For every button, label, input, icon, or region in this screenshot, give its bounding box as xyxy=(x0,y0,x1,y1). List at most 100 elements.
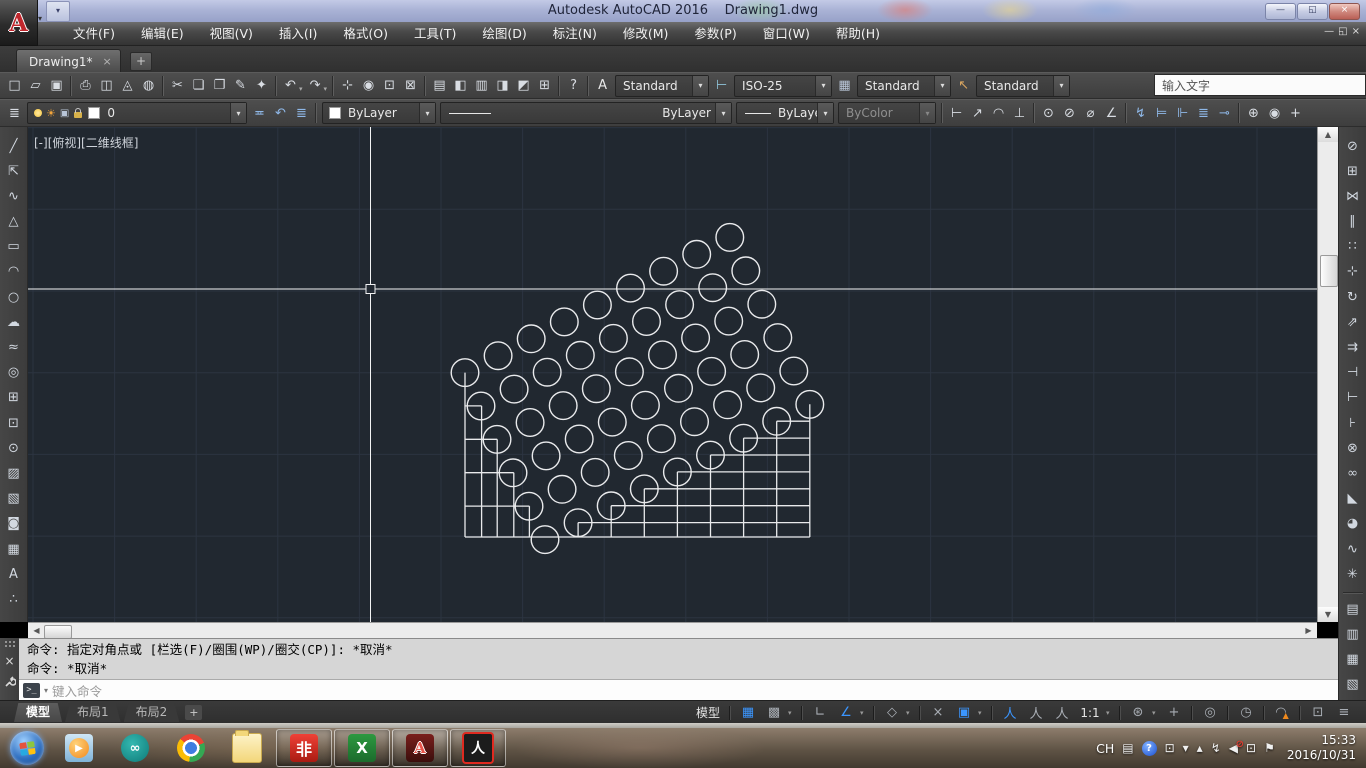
pipe-circle[interactable] xyxy=(699,274,727,302)
pipe-circle[interactable] xyxy=(698,358,726,386)
scroll-up-icon[interactable]: ▲ xyxy=(1318,127,1338,142)
polar-tracking-icon[interactable]: ∠ xyxy=(834,703,858,722)
ime-indicator[interactable]: CH xyxy=(1096,741,1114,756)
scale-caret[interactable]: ▾ xyxy=(1106,709,1114,717)
text-style-combo-icon[interactable]: A xyxy=(592,75,613,96)
isolate-objects-icon[interactable]: ◎ xyxy=(1198,703,1222,722)
pipe-circle[interactable] xyxy=(715,307,743,335)
pipe-circle[interactable] xyxy=(565,425,593,453)
zoom-previous-icon[interactable]: ⊠ xyxy=(400,75,421,96)
windows-media-player-taskbar-button[interactable]: ▶ xyxy=(52,730,106,766)
layer-properties-manager-icon[interactable]: ≣ xyxy=(4,103,25,124)
cut-icon[interactable]: ✂ xyxy=(167,75,188,96)
blend-curves-icon[interactable]: ∿ xyxy=(1342,538,1364,560)
acrobat-reader-taskbar-button[interactable]: 人 xyxy=(450,729,506,767)
continue-dimension-icon[interactable]: ⊩ xyxy=(1172,103,1193,124)
create-block-icon[interactable]: ⊡ xyxy=(3,412,25,434)
annotation-scale-icon[interactable]: 人 xyxy=(1050,703,1074,722)
arduino-taskbar-button[interactable]: ∞ xyxy=(108,730,162,766)
new-file-icon[interactable]: □ xyxy=(4,75,25,96)
diameter-dimension-icon[interactable]: ⌀ xyxy=(1080,103,1101,124)
menu-item-6[interactable]: 绘图(D) xyxy=(469,22,539,46)
menu-item-1[interactable]: 编辑(E) xyxy=(128,22,197,46)
pipe-circle[interactable] xyxy=(648,425,676,453)
pipe-circle[interactable] xyxy=(665,375,693,403)
window-tray-icon[interactable]: ⊡ xyxy=(1165,741,1175,755)
linear-dimension-icon[interactable]: ⊢ xyxy=(946,103,967,124)
annotation-autoscale-icon[interactable]: 人 xyxy=(1024,703,1048,722)
pipe-circle[interactable] xyxy=(747,374,775,402)
text-style-combo-arrow-icon[interactable]: ▾ xyxy=(692,76,708,96)
make-object-layer-current-icon[interactable]: ≖ xyxy=(249,103,270,124)
dimension-break-icon[interactable]: ⊸ xyxy=(1214,103,1235,124)
dim-style-combo-icon[interactable]: ⊢ xyxy=(711,75,732,96)
paste-icon[interactable]: ❐ xyxy=(209,75,230,96)
close-button[interactable]: × xyxy=(1329,3,1360,20)
layer-lock-icon[interactable] xyxy=(74,112,82,118)
undo-icon[interactable]: ↶ xyxy=(280,75,301,96)
match-properties-icon[interactable]: ✎ xyxy=(230,75,251,96)
zoom-window-icon[interactable]: ⊡ xyxy=(379,75,400,96)
logo-dropdown-arrow-icon[interactable]: ▾ xyxy=(38,14,42,23)
undo-icon-caret[interactable]: ▾ xyxy=(299,85,303,93)
layout-tab-模型[interactable]: 模型 xyxy=(14,703,62,722)
dimension-update-icon[interactable]: + xyxy=(1285,103,1306,124)
menu-item-11[interactable]: 帮助(H) xyxy=(823,22,893,46)
doc-close-button[interactable]: × xyxy=(1352,26,1360,37)
dim-style-combo[interactable]: ISO-25▾ xyxy=(734,75,832,97)
publish-icon[interactable]: ◬ xyxy=(117,75,138,96)
pipe-circle[interactable] xyxy=(731,341,759,369)
pipe-circle[interactable] xyxy=(484,342,512,370)
polyline-icon[interactable]: ∿ xyxy=(3,185,25,207)
snap-mode-icon[interactable]: ▩ xyxy=(762,703,786,722)
construction-line-icon[interactable]: ⇱ xyxy=(3,160,25,182)
arc-length-dimension-icon[interactable]: ◠ xyxy=(988,103,1009,124)
excel-taskbar-button[interactable]: X xyxy=(334,729,390,767)
isometric-drafting-icon[interactable]: ◇ xyxy=(880,703,904,722)
quick-dimension-icon[interactable]: ↯ xyxy=(1130,103,1151,124)
lineweight-combo-arrow-icon[interactable]: ▾ xyxy=(817,103,833,123)
line-icon[interactable]: ╱ xyxy=(3,135,25,157)
model-space-view[interactable] xyxy=(28,127,1317,622)
pipe-circle[interactable] xyxy=(581,459,609,487)
help-icon[interactable]: ? xyxy=(563,75,584,96)
grid-display-icon[interactable]: ▦ xyxy=(736,703,760,722)
command-close-icon[interactable]: × xyxy=(4,654,14,668)
web-icon[interactable]: ◍ xyxy=(138,75,159,96)
pipe-circle[interactable] xyxy=(666,291,694,319)
arc-icon[interactable]: ◠ xyxy=(3,261,25,283)
command-wrench-icon[interactable] xyxy=(4,676,16,688)
pipe-circle[interactable] xyxy=(616,358,644,386)
jogged-dimension-icon[interactable]: ⊘ xyxy=(1059,103,1080,124)
layer-combo[interactable]: ☀▣0▾ xyxy=(27,102,247,124)
command-input-placeholder[interactable]: 键入命令 xyxy=(52,681,102,700)
linetype-combo-arrow-icon[interactable]: ▾ xyxy=(715,103,731,123)
dimension-space-icon[interactable]: ≣ xyxy=(1193,103,1214,124)
polygon-icon[interactable]: △ xyxy=(3,211,25,233)
polar-caret[interactable]: ▾ xyxy=(860,709,868,717)
status-plus-icon[interactable]: + xyxy=(1162,703,1186,722)
radius-dimension-icon[interactable]: ⊙ xyxy=(1038,103,1059,124)
clean-screen-icon[interactable]: ⊡ xyxy=(1306,703,1330,722)
gradient-icon[interactable]: ▧ xyxy=(3,488,25,510)
viewport-controls-label[interactable]: [-][俯视][二维线框] xyxy=(34,134,138,151)
layer-combo-arrow-icon[interactable]: ▾ xyxy=(230,103,246,123)
autocad-taskbar-button[interactable]: A xyxy=(392,729,448,767)
pipe-circle[interactable] xyxy=(549,392,577,420)
mleader-style-combo-icon[interactable]: ↖ xyxy=(953,75,974,96)
menu-item-9[interactable]: 参数(P) xyxy=(681,22,749,46)
pipe-circle[interactable] xyxy=(551,308,579,336)
dim-style-combo-arrow-icon[interactable]: ▾ xyxy=(815,76,831,96)
spline-icon[interactable]: ≈ xyxy=(3,337,25,359)
bring-to-front-icon[interactable]: ▤ xyxy=(1342,598,1364,620)
doc-restore-button[interactable]: ◱ xyxy=(1338,26,1347,37)
zoom-realtime-icon[interactable]: ◉ xyxy=(358,75,379,96)
vertical-scroll-thumb[interactable] xyxy=(1320,255,1338,287)
redo-icon[interactable]: ↷ xyxy=(305,75,326,96)
save-icon[interactable]: ▣ xyxy=(46,75,67,96)
workspace-gear-icon[interactable]: ⊛ xyxy=(1126,703,1150,722)
pipe-circle[interactable] xyxy=(780,357,808,385)
pipe-circle[interactable] xyxy=(599,408,627,436)
ordinate-dimension-icon[interactable]: ⊥ xyxy=(1009,103,1030,124)
array-icon[interactable]: ∷ xyxy=(1342,236,1364,258)
